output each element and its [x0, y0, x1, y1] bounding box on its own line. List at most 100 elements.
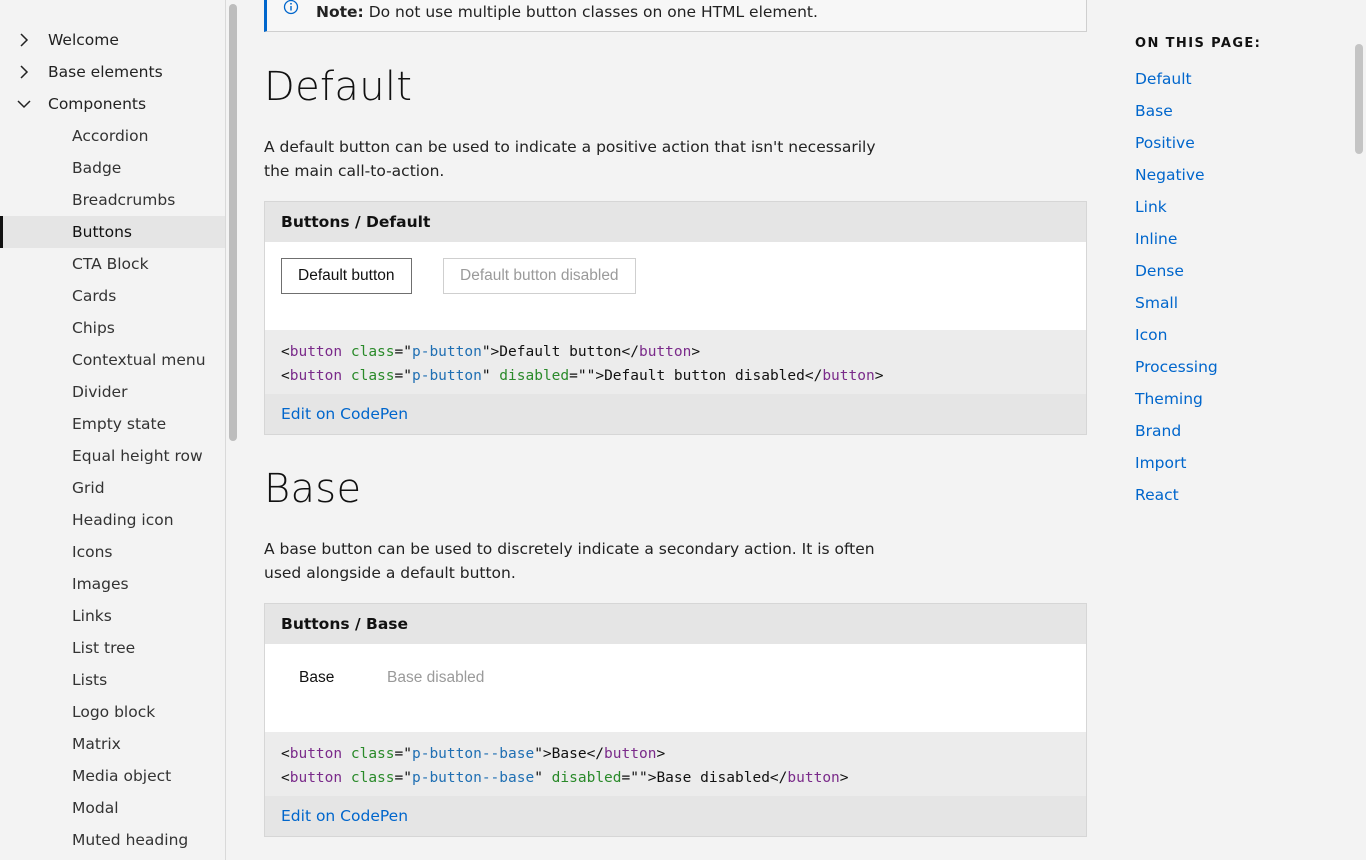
sidebar-item-label: Links [72, 607, 112, 625]
note-callout: Note: Do not use multiple button classes… [264, 0, 1087, 32]
toc-link-inline[interactable]: Inline [1135, 230, 1177, 248]
info-icon [283, 0, 299, 15]
toc-link-processing[interactable]: Processing [1135, 358, 1218, 376]
base-button-disabled: Base disabled [371, 660, 501, 696]
sidebar-item-label: Components [48, 95, 147, 113]
example-title: Buttons / Default [265, 202, 1086, 242]
sidebar-item-label: Welcome [48, 31, 119, 49]
code-snippet: <button class="p-button">Default button<… [265, 330, 1086, 394]
sidebar-item-list-tree[interactable]: List tree [0, 632, 225, 664]
sidebar-item-label: Matrix [72, 735, 121, 753]
toc-link-icon[interactable]: Icon [1135, 326, 1167, 344]
example-panel-default: Buttons / Default Default button Default… [264, 201, 1087, 435]
toc-title: ON THIS PAGE: [1135, 36, 1262, 51]
toc-link-react[interactable]: React [1135, 486, 1179, 504]
sidebar-item-divider[interactable]: Divider [0, 376, 225, 408]
sidebar-item-label: Base elements [48, 63, 163, 81]
sidebar-item-breadcrumbs[interactable]: Breadcrumbs [0, 184, 225, 216]
sidebar-item-media-object[interactable]: Media object [0, 760, 225, 792]
edit-on-codepen-link[interactable]: Edit on CodePen [281, 405, 408, 423]
sidebar-item-empty-state[interactable]: Empty state [0, 408, 225, 440]
toc-link-theming[interactable]: Theming [1135, 390, 1203, 408]
sidebar-item-matrix[interactable]: Matrix [0, 728, 225, 760]
sidebar-item-label: Media object [72, 767, 172, 785]
sidebar-item-modal[interactable]: Modal [0, 792, 225, 824]
sidebar-item-links[interactable]: Links [0, 600, 225, 632]
sidebar-item-label: Chips [72, 319, 115, 337]
sidebar-item-welcome[interactable]: Welcome [0, 24, 225, 56]
example-footer: Edit on CodePen [265, 394, 1086, 434]
code-line: <button class="p-button">Default button<… [281, 344, 701, 360]
sidebar-item-lists[interactable]: Lists [0, 664, 225, 696]
sidebar-item-cards[interactable]: Cards [0, 280, 225, 312]
sidebar-scrollbar[interactable] [229, 4, 237, 441]
sidebar-item-label: Equal height row [72, 447, 203, 465]
note-body: Do not use multiple button classes on on… [368, 3, 818, 21]
sidebar-item-equal-height-row[interactable]: Equal height row [0, 440, 225, 472]
sidebar-item-label: Lists [72, 671, 108, 689]
example-preview: Default button Default button disabled [265, 242, 1086, 330]
sidebar-item-label: Images [72, 575, 129, 593]
sidebar-item-label: List tree [72, 639, 136, 657]
toc-link-small[interactable]: Small [1135, 294, 1178, 312]
sidebar-item-label: Cards [72, 287, 117, 305]
code-line: <button class="p-button" disabled="">Def… [281, 368, 884, 384]
note-label: Note: [316, 3, 364, 21]
sidebar-item-logo-block[interactable]: Logo block [0, 696, 225, 728]
sidebar-item-label: Grid [72, 479, 105, 497]
code-snippet: <button class="p-button--base">Base</but… [265, 732, 1086, 796]
sidebar-item-label: Divider [72, 383, 128, 401]
toc-link-positive[interactable]: Positive [1135, 134, 1195, 152]
section-title-base: Base [264, 466, 362, 512]
section-intro-default: A default button can be used to indicate… [264, 138, 876, 180]
page-scrollbar[interactable] [1355, 44, 1363, 154]
code-line: <button class="p-button--base" disabled=… [281, 770, 849, 786]
note-text: Note: Do not use multiple button classes… [316, 3, 818, 21]
sidebar-item-label: Contextual menu [72, 351, 206, 369]
sidebar-item-contextual-menu[interactable]: Contextual menu [0, 344, 225, 376]
sidebar-item-label: Buttons [72, 223, 132, 241]
code-line: <button class="p-button--base">Base</but… [281, 746, 666, 762]
sidebar-item-images[interactable]: Images [0, 568, 225, 600]
sidebar-nav: Welcome Base elements Components Accordi… [0, 0, 226, 860]
example-footer: Edit on CodePen [265, 796, 1086, 836]
sidebar-item-badge[interactable]: Badge [0, 152, 225, 184]
toc-link-base[interactable]: Base [1135, 102, 1173, 120]
edit-on-codepen-link[interactable]: Edit on CodePen [281, 807, 408, 825]
chevron-right-icon [20, 65, 29, 79]
sidebar-item-label: Heading icon [72, 511, 174, 529]
sidebar-item-heading-icon[interactable]: Heading icon [0, 504, 225, 536]
toc-link-dense[interactable]: Dense [1135, 262, 1184, 280]
sidebar-item-grid[interactable]: Grid [0, 472, 225, 504]
sidebar-item-buttons[interactable]: Buttons [0, 216, 225, 248]
toc-link-import[interactable]: Import [1135, 454, 1186, 472]
sidebar-item-icons[interactable]: Icons [0, 536, 225, 568]
default-button[interactable]: Default button [281, 258, 412, 294]
default-button-disabled: Default button disabled [443, 258, 636, 294]
sidebar-item-label: Empty state [72, 415, 167, 433]
toc-link-brand[interactable]: Brand [1135, 422, 1181, 440]
base-button[interactable]: Base [283, 660, 351, 696]
sidebar-item-label: Logo block [72, 703, 156, 721]
sidebar-item-base-elements[interactable]: Base elements [0, 56, 225, 88]
toc-link-negative[interactable]: Negative [1135, 166, 1205, 184]
sidebar-item-label: Modal [72, 799, 119, 817]
sidebar-item-label: Badge [72, 159, 122, 177]
sidebar-item-accordion[interactable]: Accordion [0, 120, 225, 152]
sidebar-item-cta-block[interactable]: CTA Block [0, 248, 225, 280]
toc-link-link[interactable]: Link [1135, 198, 1167, 216]
sidebar-item-label: Breadcrumbs [72, 191, 176, 209]
sidebar-item-label: Icons [72, 543, 113, 561]
example-preview: Base Base disabled [265, 644, 1086, 732]
sidebar-item-components[interactable]: Components [0, 88, 225, 120]
sidebar-item-label: Accordion [72, 127, 149, 145]
sidebar-item-chips[interactable]: Chips [0, 312, 225, 344]
sidebar-item-muted-heading[interactable]: Muted heading [0, 824, 225, 856]
section-title-default: Default [264, 64, 413, 110]
toc-link-default[interactable]: Default [1135, 70, 1192, 88]
chevron-right-icon [20, 33, 29, 47]
example-panel-base: Buttons / Base Base Base disabled <butto… [264, 603, 1087, 837]
example-title: Buttons / Base [265, 604, 1086, 644]
sidebar-item-label: Muted heading [72, 831, 189, 849]
section-intro-base: A base button can be used to discretely … [264, 540, 875, 582]
